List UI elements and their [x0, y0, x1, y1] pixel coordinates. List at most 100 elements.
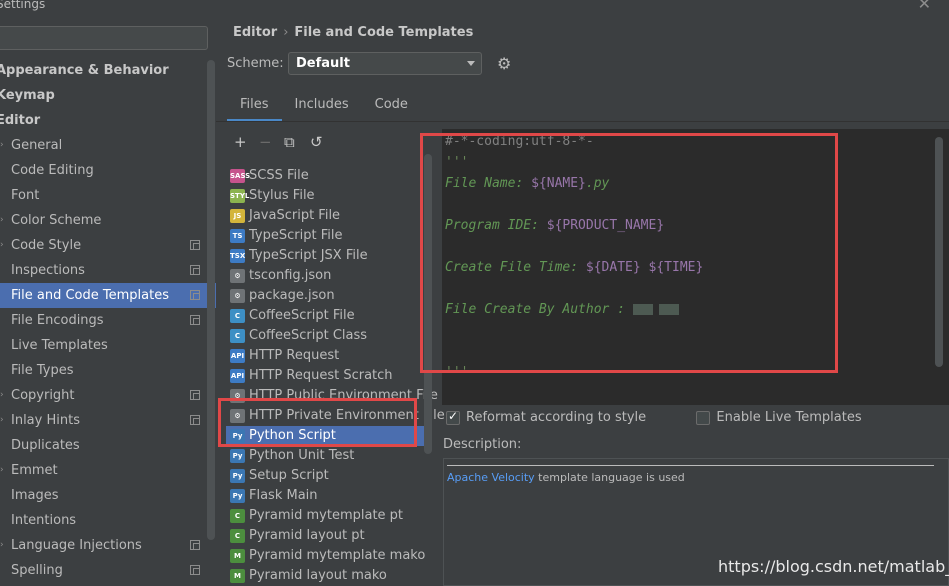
reformat-label[interactable]: Reformat according to style — [466, 410, 646, 425]
sidebar-item[interactable]: Code Editing — [0, 158, 216, 183]
template-list-item[interactable]: ⚙ package.json — [226, 286, 432, 306]
chevron-right-icon[interactable]: › — [0, 233, 4, 258]
sidebar-item[interactable]: › Code Style — [0, 233, 216, 258]
chevron-right-icon[interactable]: › — [0, 458, 4, 483]
template-list-item[interactable]: M Pyramid mytemplate mako — [226, 546, 432, 566]
sidebar-item-label: File Types — [11, 363, 74, 378]
project-scope-icon — [190, 315, 200, 325]
template-list-item[interactable]: JS JavaScript File — [226, 206, 432, 226]
chevron-down-icon — [467, 61, 475, 66]
description-label: Description: — [443, 437, 522, 452]
sidebar-item[interactable]: › Language Injections — [0, 533, 216, 558]
js-icon: JS — [230, 209, 245, 223]
settings-search-input[interactable] — [0, 26, 208, 50]
template-label: Pyramid mytemplate mako — [249, 548, 426, 563]
copy-icon[interactable]: ⧉ — [284, 133, 295, 151]
sidebar-item[interactable]: File Encodings — [0, 308, 216, 333]
velocity-link[interactable]: Apache Velocity — [447, 471, 535, 484]
template-list-item[interactable]: TSX TypeScript JSX File — [226, 246, 432, 266]
template-list-item[interactable]: Py Setup Script — [226, 466, 432, 486]
sidebar-item[interactable]: File Types — [0, 358, 216, 383]
template-label: package.json — [249, 288, 335, 303]
sidebar-item-label: Appearance & Behavior — [0, 63, 169, 78]
template-list-item[interactable]: API HTTP Request — [226, 346, 432, 366]
template-label: Python Unit Test — [249, 448, 355, 463]
scheme-select[interactable]: Default — [288, 52, 482, 75]
tab-includes[interactable]: Includes — [282, 94, 362, 122]
sidebar-item[interactable]: › General — [0, 133, 216, 158]
template-label: TypeScript File — [249, 228, 343, 243]
sidebar-item[interactable]: Inspections — [0, 258, 216, 283]
live-templates-label[interactable]: Enable Live Templates — [716, 410, 861, 425]
chevron-right-icon[interactable]: › — [0, 383, 4, 408]
sidebar-item[interactable]: Live Templates — [0, 333, 216, 358]
template-list-item[interactable]: SASS SCSS File — [226, 166, 432, 186]
sidebar-item-label: Language Injections — [11, 538, 142, 553]
tab-files[interactable]: Files — [227, 94, 282, 122]
settings-tree: Appearance & Behavior Keymap Editor › Genera… — [0, 58, 216, 583]
sidebar-item[interactable]: Intentions — [0, 508, 216, 533]
sidebar-item[interactable]: Images — [0, 483, 216, 508]
template-list-item[interactable]: TS TypeScript File — [226, 226, 432, 246]
breadcrumb-parent[interactable]: Editor — [233, 25, 277, 40]
sidebar-item[interactable]: › Inlay Hints — [0, 408, 216, 433]
remove-icon[interactable]: − — [259, 133, 272, 151]
template-list-item[interactable]: ⚙ tsconfig.json — [226, 266, 432, 286]
stylus-icon: STYL — [230, 189, 249, 203]
chevron-right-icon[interactable]: › — [0, 208, 4, 233]
watermark: https://blog.csdn.net/matlab_96 — [718, 557, 949, 576]
add-icon[interactable]: + — [234, 133, 247, 151]
config-icon: ⚙ — [230, 289, 245, 303]
sidebar-item[interactable]: Editor — [0, 108, 212, 133]
template-list-item[interactable]: C CoffeeScript File — [226, 306, 432, 326]
sidebar-item-label: Spelling — [11, 563, 63, 578]
sidebar-item-label: Code Editing — [11, 163, 94, 178]
python-icon: Py — [230, 489, 245, 503]
settings-content: Editor › File and Code Templates Scheme: D… — [216, 14, 949, 586]
template-list-item[interactable]: M Pyramid layout mako — [226, 566, 432, 586]
template-label: Flask Main — [249, 488, 318, 503]
sidebar-item[interactable]: Font — [0, 183, 216, 208]
template-list-item[interactable]: Py Python Unit Test — [226, 446, 432, 466]
template-label: Pyramid layout mako — [249, 568, 387, 583]
sidebar-item[interactable]: Keymap — [0, 83, 212, 108]
chevron-right-icon[interactable]: › — [0, 133, 4, 158]
sidebar-item[interactable]: › Emmet — [0, 458, 216, 483]
template-list-item[interactable]: C Pyramid mytemplate pt — [226, 506, 432, 526]
template-options: Reformat according to style Enable Live … — [446, 409, 862, 425]
sidebar-item[interactable]: Appearance & Behavior — [0, 58, 212, 83]
template-label: Setup Script — [249, 468, 329, 483]
sidebar-item-label: Code Style — [11, 238, 82, 253]
chameleon-icon: C — [230, 529, 245, 543]
tab-code[interactable]: Code — [362, 94, 421, 122]
description-rule — [447, 465, 934, 466]
template-tabs: Files Includes Code — [227, 94, 421, 122]
template-list-item[interactable]: STYL Stylus File — [226, 186, 432, 206]
reset-icon[interactable]: ↺ — [310, 133, 323, 151]
scheme-value: Default — [296, 56, 350, 71]
sidebar-item[interactable]: › Copyright — [0, 383, 216, 408]
close-icon[interactable]: ✕ — [918, 0, 931, 13]
template-list-item[interactable]: API HTTP Request Scratch — [226, 366, 432, 386]
project-scope-icon — [190, 265, 200, 275]
sidebar-item[interactable]: Duplicates — [0, 433, 216, 458]
chevron-right-icon[interactable]: › — [0, 408, 4, 433]
chevron-right-icon[interactable]: › — [0, 533, 4, 558]
template-list-item[interactable]: C CoffeeScript Class — [226, 326, 432, 346]
window-title: Settings — [0, 0, 46, 11]
ts-icon: TS — [230, 229, 245, 243]
sidebar-scrollbar[interactable] — [207, 60, 215, 540]
sidebar-item[interactable]: Spelling — [0, 558, 216, 583]
sidebar-item-label: Keymap — [0, 88, 55, 103]
editor-scrollbar[interactable] — [935, 137, 943, 367]
coffee-icon: C — [230, 309, 245, 323]
tabs-divider — [216, 121, 949, 122]
template-list-item[interactable]: C Pyramid layout pt — [226, 526, 432, 546]
live-templates-checkbox[interactable] — [696, 410, 711, 425]
reformat-checkbox[interactable] — [446, 409, 460, 425]
sidebar-item-label: Font — [11, 188, 40, 203]
sidebar-item[interactable]: › Color Scheme — [0, 208, 216, 233]
gear-icon[interactable]: ⚙ — [497, 54, 511, 73]
sidebar-item[interactable]: File and Code Templates — [0, 283, 216, 308]
template-list-item[interactable]: Py Flask Main — [226, 486, 432, 506]
